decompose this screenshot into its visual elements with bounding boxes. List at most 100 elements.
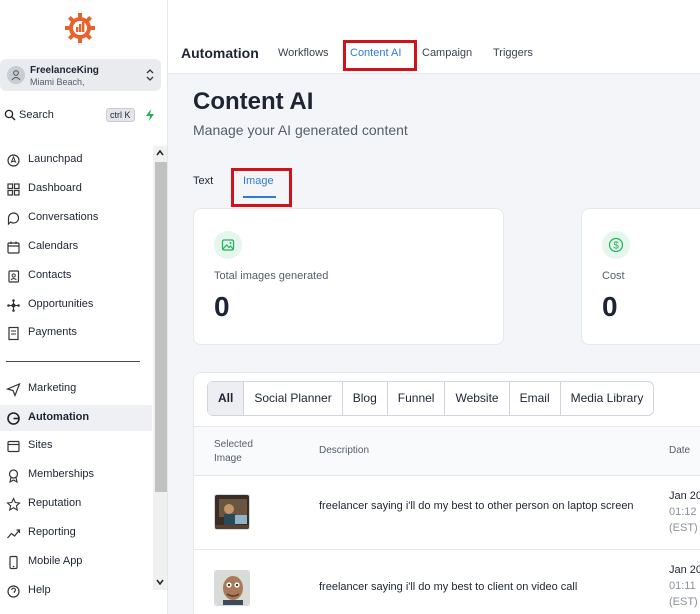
trend-icon [7, 529, 21, 539]
sidebar-item-conversations[interactable]: Conversations [0, 205, 152, 231]
svg-text:$: $ [613, 241, 619, 252]
filter-email[interactable]: Email [510, 382, 561, 415]
sidebar-item-payments[interactable]: Payments [0, 320, 152, 346]
contacts-icon [8, 270, 20, 283]
network-icon [7, 299, 20, 312]
filter-website[interactable]: Website [445, 382, 510, 415]
sidebar: FreelanceKing Miami Beach, Search ctrl K… [0, 0, 168, 614]
stat-card-images: Total images generated 0 [193, 208, 504, 345]
sidebar-item-label: Automation [28, 411, 90, 423]
chevron-up-icon[interactable] [154, 147, 166, 159]
sidebar-item-label: Help [28, 584, 51, 596]
sidebar-item-label: Memberships [28, 468, 95, 480]
sidebar-item-label: Sites [28, 439, 53, 451]
row-timezone: (EST) [669, 596, 698, 608]
image-icon [214, 231, 242, 259]
sidebar-item-dashboard[interactable]: Dashboard [0, 176, 152, 202]
sidebar-item-sites[interactable]: Sites [0, 433, 152, 459]
table-header: Selected Image Description Date [194, 426, 700, 476]
chevron-updown-icon [146, 69, 154, 81]
filter-media-library[interactable]: Media Library [561, 382, 654, 415]
row-description: freelancer saying i'll do my best to oth… [319, 500, 634, 512]
search-input[interactable]: Search ctrl K [0, 106, 162, 126]
sidebar-item-label: Payments [28, 326, 77, 338]
search-icon [4, 109, 16, 121]
receipt-icon [8, 326, 19, 341]
table-row[interactable]: freelancer saying i'll do my best to oth… [194, 476, 700, 550]
star-icon [6, 497, 21, 512]
sidebar-item-reputation[interactable]: Reputation [0, 491, 152, 517]
row-date: Jan 20 [669, 490, 700, 502]
page-title: Content AI [193, 88, 314, 115]
help-icon [7, 585, 20, 598]
filter-all[interactable]: All [208, 382, 245, 415]
account-switcher[interactable]: FreelanceKing Miami Beach, [0, 59, 161, 91]
sidebar-item-launchpad[interactable]: Launchpad [0, 147, 152, 173]
sidebar-item-automation[interactable]: Automation [0, 405, 152, 431]
sidebar-scrollbar[interactable] [153, 146, 167, 590]
row-time: 01:12 [669, 506, 697, 518]
sidebar-item-reporting[interactable]: Reporting [0, 520, 152, 546]
calendar-icon [7, 241, 20, 254]
sidebar-item-mobile-app[interactable]: Mobile App [0, 549, 152, 575]
chat-icon [7, 212, 20, 226]
sidebar-item-label: Launchpad [28, 153, 83, 165]
sidebar-item-calendars[interactable]: Calendars [0, 234, 152, 260]
search-shortcut: ctrl K [106, 108, 135, 122]
stat-label: Cost [602, 270, 625, 282]
row-date: Jan 20 [669, 564, 700, 576]
sidebar-item-help[interactable]: Help [0, 578, 152, 604]
source-filter: All Social Planner Blog Funnel Website E… [207, 381, 655, 416]
highlight-box [343, 40, 417, 71]
sidebar-item-label: Conversations [28, 211, 99, 223]
stat-value: 0 [602, 291, 618, 322]
filter-blog[interactable]: Blog [343, 382, 388, 415]
sidebar-item-label: Marketing [28, 382, 77, 394]
filter-social-planner[interactable]: Social Planner [244, 382, 343, 415]
sidebar-item-memberships[interactable]: Memberships [0, 462, 152, 488]
chevron-down-icon[interactable] [154, 576, 166, 588]
automation-icon [7, 412, 20, 425]
highlight-box [231, 168, 292, 207]
sidebar-item-label: Calendars [28, 240, 79, 252]
grid-icon [7, 183, 20, 196]
avatar [7, 66, 25, 84]
logo-icon [64, 12, 96, 44]
scroll-thumb[interactable] [155, 162, 167, 492]
tab-text[interactable]: Text [193, 175, 213, 187]
lightning-icon[interactable] [144, 108, 156, 122]
thumbnail-image[interactable] [214, 494, 250, 530]
row-timezone: (EST) [669, 522, 698, 534]
images-panel: All Social Planner Blog Funnel Website E… [193, 372, 700, 614]
thumbnail-image[interactable] [214, 570, 250, 606]
row-description: freelancer saying i'll do my best to cli… [319, 581, 578, 593]
filter-funnel[interactable]: Funnel [388, 382, 446, 415]
phone-icon [9, 555, 18, 570]
tab-campaign[interactable]: Campaign [422, 47, 472, 59]
sidebar-item-contacts[interactable]: Contacts [0, 263, 152, 289]
stat-label: Total images generated [214, 270, 329, 282]
sidebar-divider [6, 361, 140, 362]
dollar-icon: $ [602, 231, 630, 259]
account-location: Miami Beach, [30, 77, 85, 87]
page-subtitle: Manage your AI generated content [193, 122, 408, 138]
stat-card-cost: $ Cost 0 [581, 208, 700, 345]
column-header-date: Date [669, 445, 691, 456]
sidebar-item-marketing[interactable]: Marketing [0, 376, 152, 402]
sidebar-item-label: Mobile App [28, 555, 83, 567]
tab-triggers[interactable]: Triggers [493, 47, 533, 59]
sidebar-item-opportunities[interactable]: Opportunities [0, 292, 152, 318]
table-row[interactable]: freelancer saying i'll do my best to cli… [194, 550, 700, 614]
rocket-icon [7, 154, 20, 167]
search-label: Search [19, 109, 54, 121]
award-icon [8, 469, 19, 483]
sidebar-item-label: Reputation [28, 497, 82, 509]
stat-value: 0 [214, 291, 230, 322]
top-bar: Automation Workflows Content AI Campaign… [168, 0, 700, 74]
send-icon [6, 382, 21, 397]
account-name: FreelanceKing [30, 65, 99, 76]
sidebar-item-label: Dashboard [28, 182, 82, 194]
row-time: 01:11 [669, 580, 696, 592]
tab-workflows[interactable]: Workflows [278, 47, 329, 59]
column-header-description: Description [319, 445, 370, 456]
